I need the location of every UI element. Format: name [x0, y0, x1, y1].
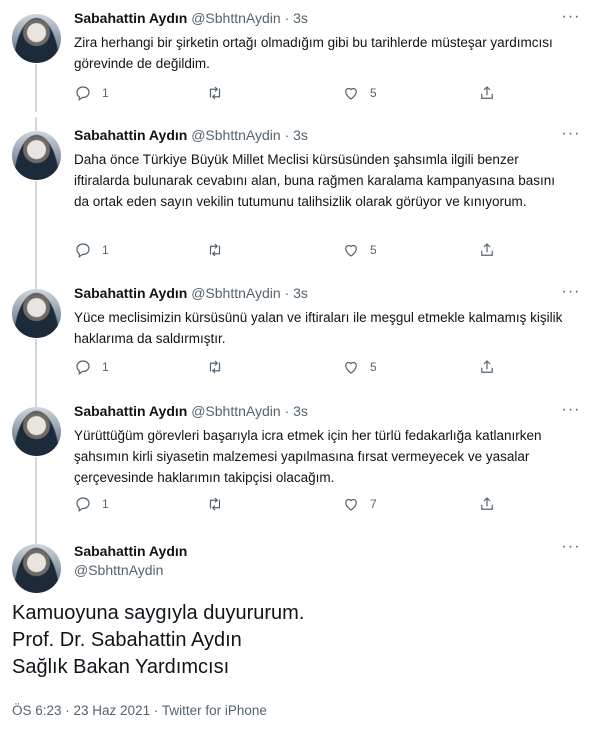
retweet-icon	[209, 360, 221, 374]
tweet-header: Sabahattin Aydın @SbhttnAydin · 3s	[74, 285, 308, 301]
like-count: 7	[370, 497, 377, 511]
like-count: 5	[370, 86, 377, 100]
like-button[interactable]: 5	[342, 82, 377, 104]
tweet-actions: 1 5	[74, 356, 504, 378]
main-tweet-text: Kamuoyuna saygıyla duyururum. Prof. Dr. …	[12, 600, 304, 681]
more-icon[interactable]: ···	[560, 538, 582, 558]
more-icon[interactable]: ···	[560, 125, 582, 145]
avatar[interactable]	[12, 131, 61, 180]
tweet-time[interactable]: 3s	[293, 10, 308, 26]
like-icon	[345, 244, 357, 257]
tweet-text: Daha önce Türkiye Büyük Millet Meclisi k…	[74, 152, 556, 209]
avatar[interactable]	[12, 289, 61, 338]
author-handle[interactable]: @SbhttnAydin	[191, 10, 280, 26]
tweet[interactable]: Sabahattin Aydın @SbhttnAydin · 3s ··· Z…	[0, 0, 591, 112]
main-tweet: Sabahattin Aydın @SbhttnAydin ··· Kamuoy…	[0, 530, 591, 731]
tweet-time[interactable]: 3s	[293, 403, 308, 419]
author-handle[interactable]: @SbhttnAydin	[191, 127, 280, 143]
tweet-header: Sabahattin Aydın @SbhttnAydin · 3s	[74, 127, 308, 143]
reply-count: 1	[102, 497, 109, 511]
share-icon	[481, 243, 493, 256]
reply-button[interactable]: 1	[74, 356, 109, 378]
main-tweet-line: Kamuoyuna saygıyla duyururum.	[12, 602, 305, 624]
thread-line	[35, 117, 37, 131]
tweet-actions: 1 5	[74, 82, 504, 104]
tweet[interactable]: Sabahattin Aydın @SbhttnAydin · 3s ··· Y…	[0, 393, 591, 530]
author-handle[interactable]: @SbhttnAydin	[74, 561, 187, 580]
main-tweet-line: Prof. Dr. Sabahattin Aydın	[12, 629, 242, 651]
thread-line	[35, 181, 37, 275]
tweet-text: Yüce meclisimizin kürsüsünü yalan ve ift…	[74, 310, 563, 346]
retweet-button[interactable]	[206, 239, 224, 261]
like-button[interactable]: 5	[342, 239, 377, 261]
more-icon[interactable]: ···	[560, 401, 582, 421]
author-name[interactable]: Sabahattin Aydın	[74, 10, 187, 26]
tweet-meta[interactable]: ÖS 6:23 · 23 Haz 2021 · Twitter for iPho…	[12, 703, 267, 718]
share-button[interactable]	[478, 82, 496, 104]
tweet-time[interactable]: 3s	[293, 127, 308, 143]
tweet-header: Sabahattin Aydın @SbhttnAydin · 3s	[74, 10, 308, 26]
share-icon	[481, 86, 493, 99]
reply-icon	[76, 360, 90, 375]
author-name[interactable]: Sabahattin Aydın	[74, 127, 187, 143]
avatar[interactable]	[12, 544, 61, 593]
tweet-actions: 1 5	[74, 239, 504, 261]
thread-line	[35, 393, 37, 407]
retweet-icon	[209, 497, 221, 511]
like-icon	[345, 361, 357, 374]
reply-count: 1	[102, 86, 109, 100]
avatar[interactable]	[12, 407, 61, 456]
tweet-time[interactable]: 3s	[293, 285, 308, 301]
main-tweet-header: Sabahattin Aydın @SbhttnAydin	[74, 542, 187, 580]
author-handle[interactable]: @SbhttnAydin	[191, 403, 280, 419]
tweet-text: Zira herhangi bir şirketin ortağı olmadı…	[74, 35, 553, 71]
tweet-actions: 1 7	[74, 493, 504, 515]
author-handle[interactable]: @SbhttnAydin	[191, 285, 280, 301]
avatar[interactable]	[12, 14, 61, 63]
author-name[interactable]: Sabahattin Aydın	[74, 403, 187, 419]
like-button[interactable]: 7	[342, 493, 377, 515]
reply-icon	[76, 497, 90, 512]
retweet-button[interactable]	[206, 493, 224, 515]
like-count: 5	[370, 243, 377, 257]
more-icon[interactable]: ···	[560, 283, 582, 303]
reply-icon	[76, 86, 90, 101]
tweet-header: Sabahattin Aydın @SbhttnAydin · 3s	[74, 403, 308, 419]
thread-line	[35, 530, 37, 544]
more-icon[interactable]: ···	[560, 8, 582, 28]
retweet-button[interactable]	[206, 82, 224, 104]
tweet-text: Yürüttüğüm görevleri başarıyla icra etme…	[74, 428, 542, 485]
main-tweet-line: Sağlık Bakan Yardımcısı	[12, 656, 230, 678]
like-count: 5	[370, 360, 377, 374]
author-name[interactable]: Sabahattin Aydın	[74, 285, 187, 301]
like-button[interactable]: 5	[342, 356, 377, 378]
like-icon	[345, 87, 357, 100]
thread-line	[35, 457, 37, 530]
share-button[interactable]	[478, 239, 496, 261]
reply-count: 1	[102, 243, 109, 257]
thread-line	[35, 339, 37, 393]
reply-icon	[76, 243, 90, 258]
like-icon	[345, 498, 357, 511]
reply-button[interactable]: 1	[74, 82, 109, 104]
retweet-icon	[209, 243, 221, 257]
reply-button[interactable]: 1	[74, 239, 109, 261]
thread-line	[35, 64, 37, 112]
reply-count: 1	[102, 360, 109, 374]
reply-button[interactable]: 1	[74, 493, 109, 515]
share-icon	[481, 360, 493, 373]
share-icon	[481, 497, 493, 510]
share-button[interactable]	[478, 493, 496, 515]
thread-line	[35, 275, 37, 289]
tweet[interactable]: Sabahattin Aydın @SbhttnAydin · 3s ··· D…	[0, 117, 591, 275]
retweet-button[interactable]	[206, 356, 224, 378]
retweet-icon	[209, 86, 221, 100]
author-name[interactable]: Sabahattin Aydın	[74, 542, 187, 561]
tweet[interactable]: Sabahattin Aydın @SbhttnAydin · 3s ··· Y…	[0, 275, 591, 393]
share-button[interactable]	[478, 356, 496, 378]
